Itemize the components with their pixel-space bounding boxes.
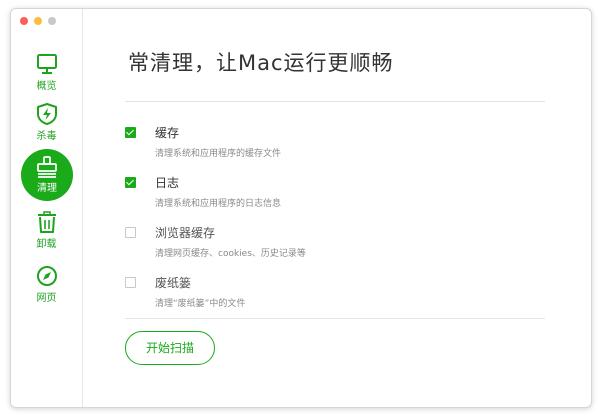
option-description: 清理“废纸篓”中的文件 [155, 299, 246, 309]
monitor-icon [36, 54, 57, 74]
sidebar-item-overview[interactable]: 概览 [11, 53, 82, 92]
app-window: 概览 杀毒 清理 卸载 网页 常清理，让Mac运行更顺畅 缓存 清理系统和应用程… [10, 8, 592, 408]
sidebar-item-label: 概览 [36, 81, 57, 92]
option-trash: 废纸篓 清理“废纸篓”中的文件 [125, 275, 545, 315]
cache-checkbox[interactable] [125, 127, 136, 138]
main-panel: 常清理，让Mac运行更顺畅 缓存 清理系统和应用程序的缓存文件 日志 清理系统和… [83, 9, 591, 407]
option-title: 日志 [155, 176, 180, 190]
sidebar-item-label: 杀毒 [36, 131, 57, 142]
sidebar-item-label: 清理 [37, 183, 57, 194]
option-title: 废纸篓 [155, 276, 192, 290]
browser-cache-checkbox[interactable] [125, 227, 136, 238]
start-scan-button[interactable]: 开始扫描 [125, 331, 215, 365]
option-description: 清理系统和应用程序的缓存文件 [155, 149, 282, 159]
shield-lightning-icon [36, 103, 57, 125]
option-description: 清理系统和应用程序的日志信息 [155, 199, 282, 209]
sidebar-item-antivirus[interactable]: 杀毒 [11, 103, 82, 142]
trash-checkbox[interactable] [125, 277, 136, 288]
option-logs: 日志 清理系统和应用程序的日志信息 [125, 175, 545, 215]
logs-checkbox[interactable] [125, 177, 136, 188]
sidebar-item-label: 网页 [36, 293, 57, 304]
option-browser-cache: 浏览器缓存 清理网页缓存、cookies、历史记录等 [125, 225, 545, 265]
trash-icon [37, 211, 56, 233]
option-description: 清理网页缓存、cookies、历史记录等 [155, 249, 306, 259]
close-window-button[interactable] [20, 17, 28, 25]
sidebar-item-cleanup[interactable]: 清理 [21, 149, 73, 201]
brush-icon [37, 156, 57, 178]
sidebar-item-label: 卸载 [36, 239, 57, 250]
minimize-window-button[interactable] [34, 17, 42, 25]
zoom-window-button[interactable] [48, 17, 56, 25]
option-title: 缓存 [155, 126, 180, 140]
sidebar-item-uninstall[interactable]: 卸载 [11, 211, 82, 250]
top-divider [125, 101, 545, 102]
bottom-divider [125, 318, 545, 319]
compass-icon [36, 266, 57, 286]
option-title: 浏览器缓存 [155, 226, 216, 240]
page-title: 常清理，让Mac运行更顺畅 [128, 51, 394, 75]
option-cache: 缓存 清理系统和应用程序的缓存文件 [125, 125, 545, 165]
sidebar-item-web[interactable]: 网页 [11, 265, 82, 304]
sidebar: 概览 杀毒 清理 卸载 网页 [11, 9, 83, 407]
